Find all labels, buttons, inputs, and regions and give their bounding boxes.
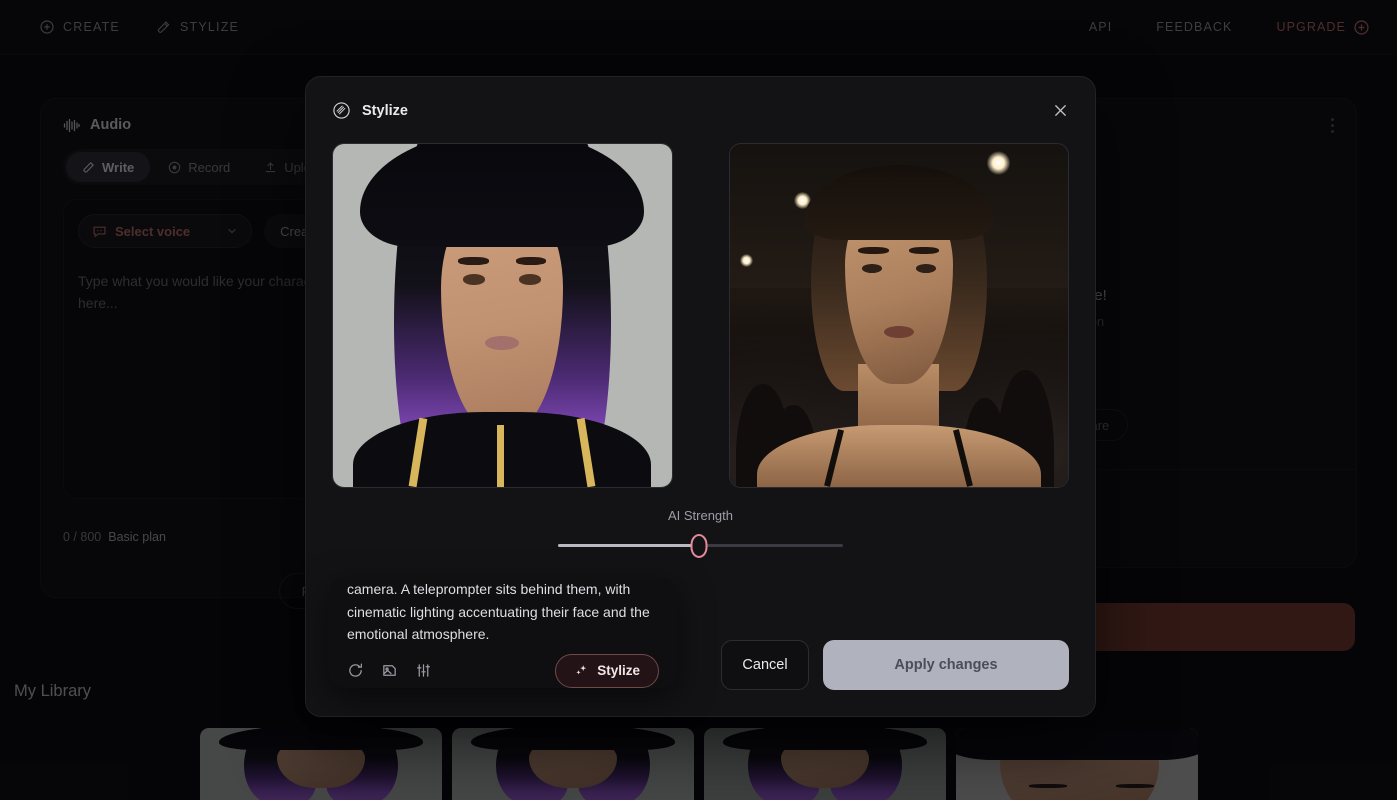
image-icon[interactable] bbox=[381, 662, 398, 679]
refresh-icon[interactable] bbox=[347, 662, 364, 679]
ai-strength-thumb[interactable] bbox=[690, 533, 708, 558]
prompt-card: camera. A teleprompter sits behind them,… bbox=[329, 578, 677, 688]
cancel-button[interactable]: Cancel bbox=[721, 640, 809, 690]
prompt-card-toolbar: Stylize bbox=[347, 653, 659, 688]
sliders-icon[interactable] bbox=[415, 662, 432, 679]
prompt-stylize-button[interactable]: Stylize bbox=[555, 653, 659, 688]
close-icon[interactable] bbox=[1052, 102, 1069, 119]
stylize-icon bbox=[332, 101, 351, 120]
modal-header: Stylize bbox=[306, 77, 1095, 120]
ai-strength-label: AI Strength bbox=[667, 508, 734, 523]
apply-changes-button[interactable]: Apply changes bbox=[823, 640, 1069, 690]
ai-strength-control: AI Strength bbox=[306, 508, 1095, 558]
prompt-stylize-label: Stylize bbox=[597, 663, 640, 678]
comparison-images bbox=[306, 120, 1095, 488]
source-image[interactable] bbox=[332, 143, 673, 488]
prompt-text: camera. A teleprompter sits behind them,… bbox=[347, 581, 650, 642]
result-image[interactable] bbox=[728, 143, 1069, 488]
app-root: CREATE STYLIZE API FEEDBACK UPGRADE bbox=[0, 0, 1397, 800]
ai-strength-slider[interactable] bbox=[558, 533, 843, 558]
modal-title: Stylize bbox=[362, 102, 408, 119]
sparkle-icon bbox=[574, 663, 589, 678]
